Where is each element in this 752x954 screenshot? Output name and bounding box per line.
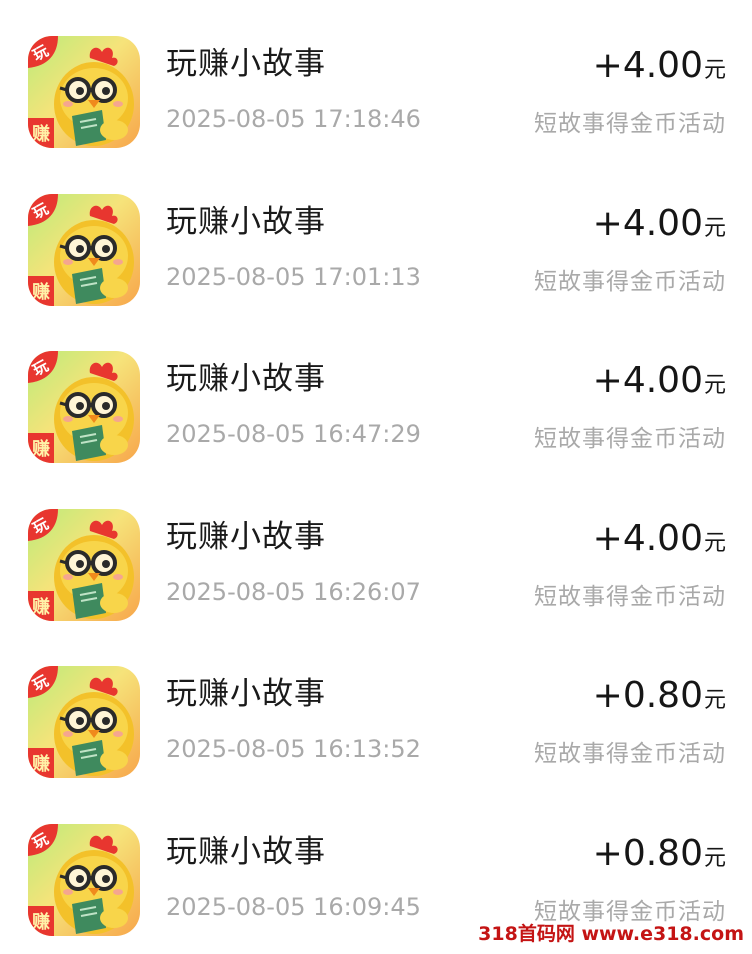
transaction-description: 短故事得金币活动 bbox=[534, 741, 726, 767]
transaction-list: 玩 赚 玩赚小故事 2025-08-05 17:18:46 +4.00元 短故事… bbox=[0, 0, 752, 945]
transaction-time: 2025-08-05 17:01:13 bbox=[166, 262, 421, 291]
app-name: 玩赚小故事 bbox=[166, 676, 326, 712]
transaction-time: 2025-08-05 17:18:46 bbox=[166, 105, 421, 133]
amount-unit: 元 bbox=[703, 688, 726, 713]
transaction-row[interactable]: 玩 赚 玩赚小故事 2025-08-05 17:18:46 +4.00元 短故事… bbox=[0, 0, 752, 158]
transaction-time: 2025-08-05 16:13:52 bbox=[166, 735, 421, 763]
amount-value: +0.80 bbox=[592, 832, 703, 874]
svg-text:赚: 赚 bbox=[31, 123, 50, 145]
amount-unit: 元 bbox=[703, 530, 726, 556]
amount-value: +0.80 bbox=[592, 675, 703, 716]
transaction-amount: +4.00元 bbox=[592, 202, 726, 244]
transaction-time: 2025-08-05 16:47:29 bbox=[166, 420, 421, 448]
amount-value: +4.00 bbox=[592, 202, 703, 244]
transaction-amount: +4.00元 bbox=[593, 363, 726, 399]
transaction-description: 短故事得金币活动 bbox=[534, 111, 726, 137]
chick-reading-book-icon: 玩 赚 bbox=[28, 666, 140, 778]
amount-value: +4.00 bbox=[592, 360, 703, 401]
transaction-description: 短故事得金币活动 bbox=[534, 268, 726, 295]
chick-reading-book-icon: 玩 赚 bbox=[28, 823, 140, 936]
chick-reading-book-icon: 玩 赚 bbox=[28, 508, 140, 621]
transaction-amount: +4.00元 bbox=[593, 48, 726, 84]
app-name: 玩赚小故事 bbox=[166, 203, 326, 240]
transaction-description: 短故事得金币活动 bbox=[534, 426, 726, 452]
site-watermark: 318首码网 www.e318.com bbox=[478, 923, 744, 945]
transaction-description: 短故事得金币活动 bbox=[534, 583, 726, 610]
transaction-row[interactable]: 玩 赚 玩赚小故事 2025-08-05 16:47:29 +4.00元 短故事… bbox=[0, 315, 752, 473]
svg-text:赚: 赚 bbox=[31, 596, 50, 618]
amount-value: +4.00 bbox=[592, 45, 703, 86]
transaction-time: 2025-08-05 16:09:45 bbox=[166, 892, 421, 921]
transaction-amount: +0.80元 bbox=[593, 678, 726, 714]
svg-text:赚: 赚 bbox=[31, 911, 50, 933]
svg-text:赚: 赚 bbox=[31, 753, 50, 775]
amount-unit: 元 bbox=[703, 373, 726, 398]
app-name: 玩赚小故事 bbox=[166, 361, 326, 397]
amount-value: +4.00 bbox=[592, 517, 703, 559]
transaction-amount: +4.00元 bbox=[592, 517, 726, 559]
amount-unit: 元 bbox=[703, 845, 726, 871]
transaction-row[interactable]: 玩 赚 玩赚小故事 2025-08-05 17:01:13 +4.00元 短故事… bbox=[0, 158, 752, 316]
chick-reading-book-icon: 玩 赚 bbox=[28, 36, 140, 148]
transaction-amount: +0.80元 bbox=[592, 832, 726, 874]
transaction-row[interactable]: 玩 赚 玩赚小故事 2025-08-05 16:13:52 +0.80元 短故事… bbox=[0, 630, 752, 788]
svg-text:赚: 赚 bbox=[31, 438, 50, 460]
chick-reading-book-icon: 玩 赚 bbox=[28, 193, 140, 306]
app-name: 玩赚小故事 bbox=[166, 518, 326, 555]
app-name: 玩赚小故事 bbox=[166, 46, 326, 82]
chick-reading-book-icon: 玩 赚 bbox=[28, 351, 140, 463]
app-name: 玩赚小故事 bbox=[166, 833, 326, 870]
svg-text:赚: 赚 bbox=[31, 281, 50, 303]
transaction-row[interactable]: 玩 赚 玩赚小故事 2025-08-05 16:26:07 +4.00元 短故事… bbox=[0, 473, 752, 631]
amount-unit: 元 bbox=[703, 215, 726, 241]
transaction-time: 2025-08-05 16:26:07 bbox=[166, 577, 421, 606]
amount-unit: 元 bbox=[703, 58, 726, 83]
